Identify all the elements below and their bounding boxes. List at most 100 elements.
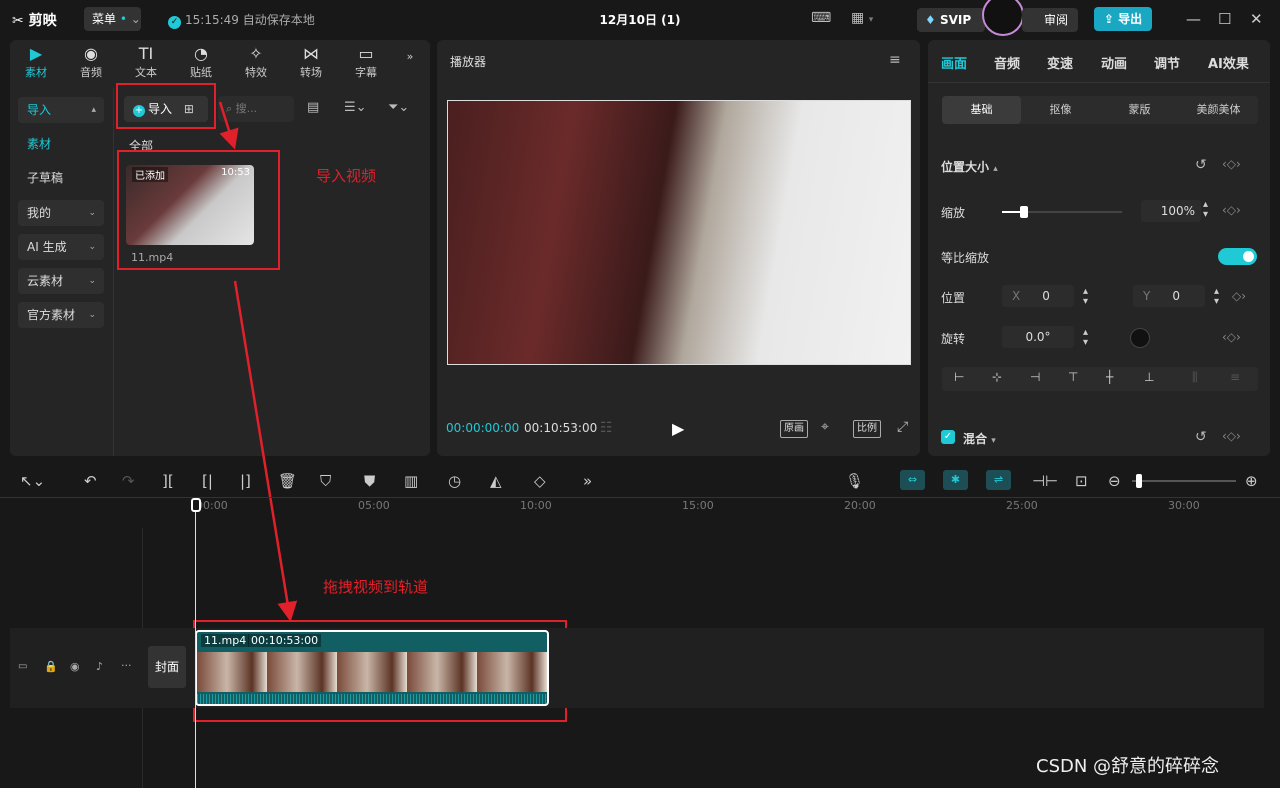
tab-speed[interactable]: 变速 <box>1047 53 1073 72</box>
timeline-list-icon[interactable]: ☷ <box>600 420 613 436</box>
blend-checkbox[interactable]: ✓ <box>941 430 955 444</box>
playhead-handle[interactable] <box>191 498 201 512</box>
microphone-icon[interactable]: 🎙 <box>845 472 864 490</box>
current-time: 00:00:00:00 <box>446 421 520 435</box>
marker-icon[interactable]: ⛉ <box>320 472 331 490</box>
freeze-icon[interactable]: ▥ <box>404 472 418 490</box>
rotate-icon[interactable]: ◇ <box>534 472 546 490</box>
x-field[interactable]: X0 <box>1002 285 1074 307</box>
ruler-tick: 20:00 <box>844 499 876 512</box>
reset-icon[interactable]: ↺ <box>1195 157 1207 173</box>
subtab-basic[interactable]: 基础 <box>942 96 1021 124</box>
rotation-field[interactable]: 0.0° <box>1002 326 1074 348</box>
align-center-h-icon[interactable]: ⊹ <box>992 370 1002 384</box>
tab-audio-settings[interactable]: 音频 <box>994 53 1020 72</box>
tab-picture[interactable]: 画面 <box>941 53 967 72</box>
rotation-stepper[interactable]: ▴ ▾ <box>1083 328 1088 348</box>
snap-icon[interactable]: ✱ <box>943 470 968 490</box>
align-bottom-icon[interactable]: ⊥ <box>1144 370 1154 384</box>
timeline-toolbar <box>0 465 1280 497</box>
split-left-icon[interactable]: [| <box>202 472 213 490</box>
scale-stepper[interactable]: ▴ ▾ <box>1203 200 1208 220</box>
play-icon[interactable]: ▶ <box>672 419 684 438</box>
player-menu-icon[interactable]: ≡ <box>889 52 901 68</box>
ruler-tick: 05:00 <box>358 499 390 512</box>
rotation-dial[interactable] <box>1130 328 1150 348</box>
timeline-ruler[interactable]: 00:00 05:00 10:00 15:00 20:00 25:00 30:0… <box>196 499 1280 517</box>
shield-icon[interactable]: ⛊ <box>364 472 375 490</box>
align-bar: ⊢ ⊹ ⊣ ⊤ ┼ ⊥ ⫼ ≡ <box>942 367 1258 391</box>
divider <box>928 82 1270 83</box>
select-tool-icon[interactable]: ↖⌄ <box>20 472 45 490</box>
more-icon[interactable]: ··· <box>121 659 132 672</box>
video-preview[interactable] <box>447 100 911 365</box>
player-title: 播放器 <box>450 55 487 69</box>
clip-frames <box>197 652 547 692</box>
fullscreen-icon[interactable]: ⤢ <box>897 419 908 435</box>
keyframe-icon[interactable]: ◇› <box>1232 289 1246 303</box>
original-button[interactable]: 原画 <box>780 420 808 438</box>
clip-duration: 00:10:53:00 <box>248 634 322 647</box>
subtab-bar: 基础 抠像 蒙版 美颜美体 <box>942 96 1258 124</box>
clip-name: 11.mp4 <box>201 634 250 647</box>
preview-axis-icon[interactable]: ⊣⊢ <box>1032 472 1058 490</box>
rotation-label: 旋转 <box>941 332 966 346</box>
video-clip[interactable]: 11.mp4 00:10:53:00 <box>195 630 549 706</box>
tab-adjust[interactable]: 调节 <box>1154 53 1180 72</box>
tab-animation[interactable]: 动画 <box>1101 53 1127 72</box>
focus-icon[interactable]: ⌖ <box>821 419 829 435</box>
split-right-icon[interactable]: |] <box>240 472 251 490</box>
reset-icon[interactable]: ↺ <box>1195 429 1207 445</box>
clip-waveform <box>197 694 547 704</box>
track-video-icon[interactable]: ▭ <box>18 661 27 672</box>
ratio-button[interactable]: 比例 <box>853 420 881 438</box>
keyframe-icon[interactable]: ‹◇› <box>1222 330 1241 344</box>
cover-button[interactable]: 封面 <box>148 646 186 688</box>
uniform-scale-label: 等比缩放 <box>941 251 990 265</box>
align-left-icon[interactable]: ⊢ <box>954 370 964 384</box>
y-stepper[interactable]: ▴ ▾ <box>1214 287 1219 307</box>
mirror-icon[interactable]: ◭ <box>490 472 502 490</box>
lock-icon[interactable]: 🔒 <box>44 660 58 673</box>
uniform-scale-toggle[interactable] <box>1218 248 1257 265</box>
ruler-tick: 15:00 <box>682 499 714 512</box>
delete-icon[interactable]: 🗑 <box>278 472 297 490</box>
zoom-out-icon[interactable]: ⊖ <box>1108 472 1121 490</box>
subtab-mask[interactable]: 蒙版 <box>1100 96 1179 124</box>
more-tools-icon[interactable]: » <box>583 472 592 490</box>
align-right-icon[interactable]: ⊣ <box>1030 370 1040 384</box>
split-icon[interactable]: ][ <box>162 472 174 490</box>
tab-ai-effects[interactable]: AI效果 <box>1208 53 1249 72</box>
keyframe-icon[interactable]: ‹◇› <box>1222 157 1241 171</box>
reverse-icon[interactable]: ◷ <box>448 472 461 490</box>
ruler-tick: 30:00 <box>1168 499 1200 512</box>
align-middle-icon[interactable]: ┼ <box>1106 370 1113 384</box>
subtab-beauty[interactable]: 美颜美体 <box>1179 96 1258 124</box>
undo-icon[interactable]: ↶ <box>84 472 97 490</box>
scale-value-field[interactable]: 100% <box>1141 200 1201 222</box>
zoom-fit-icon[interactable]: ⊡ <box>1075 472 1088 490</box>
distribute-v-icon[interactable]: ≡ <box>1230 370 1240 384</box>
ruler-tick: 10:00 <box>520 499 552 512</box>
distribute-h-icon[interactable]: ⫼ <box>1192 370 1198 385</box>
watermark: CSDN @舒意的碎碎念 <box>1036 756 1220 777</box>
eye-icon[interactable]: ◉ <box>70 660 80 673</box>
ruler-tick: 25:00 <box>1006 499 1038 512</box>
scale-label: 缩放 <box>941 206 966 220</box>
blend-label[interactable]: 混合 ▾ <box>963 430 996 447</box>
x-stepper[interactable]: ▴ ▾ <box>1083 287 1088 307</box>
align-top-icon[interactable]: ⊤ <box>1068 370 1078 384</box>
link-main-track-icon[interactable]: ⇔ <box>900 470 925 490</box>
redo-icon[interactable]: ↷ <box>122 472 135 490</box>
zoom-slider[interactable] <box>1132 474 1236 488</box>
section-position-size[interactable]: 位置大小 ▴ <box>941 158 998 175</box>
subtab-matting[interactable]: 抠像 <box>1021 96 1100 124</box>
mute-icon[interactable]: ♪ <box>96 660 103 673</box>
linkage-icon[interactable]: ⇌ <box>986 470 1011 490</box>
playhead[interactable] <box>195 499 196 788</box>
y-field[interactable]: Y0 <box>1133 285 1205 307</box>
zoom-in-icon[interactable]: ⊕ <box>1245 472 1258 490</box>
keyframe-icon[interactable]: ‹◇› <box>1222 429 1241 443</box>
scale-slider[interactable] <box>1002 206 1122 218</box>
keyframe-icon[interactable]: ‹◇› <box>1222 203 1241 217</box>
